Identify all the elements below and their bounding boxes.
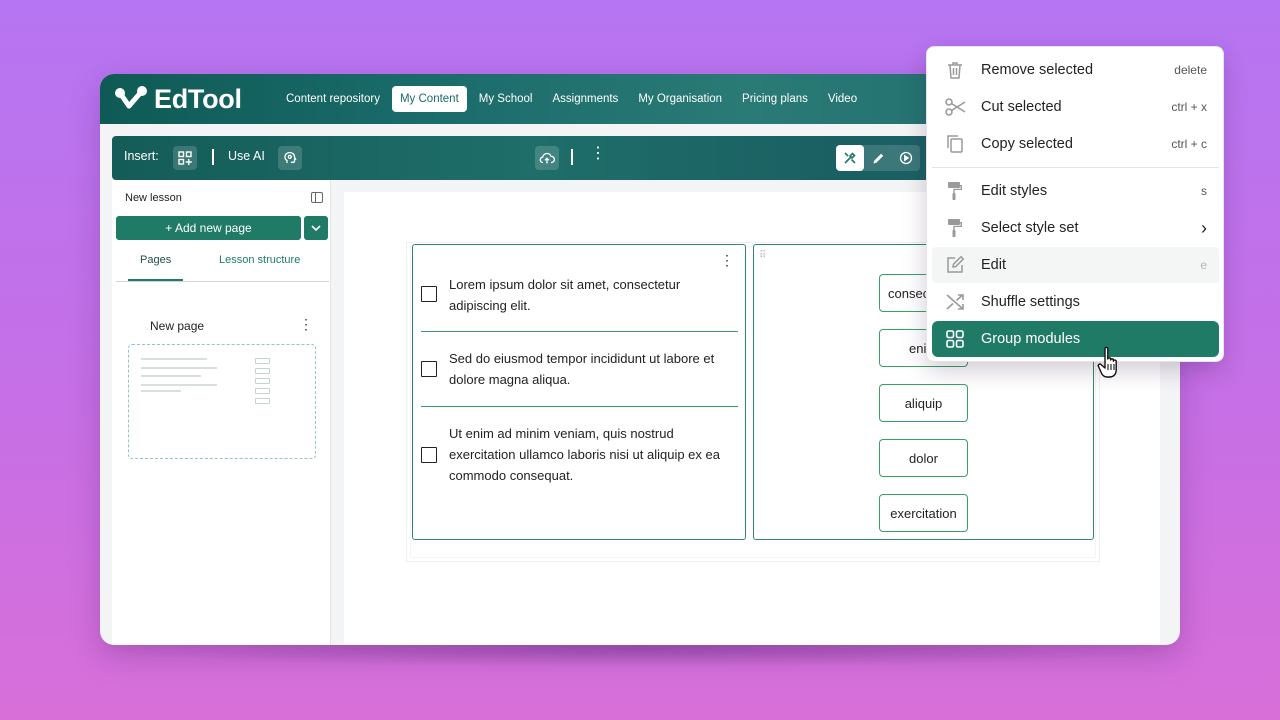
chevron-down-icon (311, 225, 321, 231)
menu-item-label: Shuffle settings (981, 294, 1080, 310)
shuffle-icon (945, 292, 965, 312)
paint-roller-icon (945, 218, 965, 238)
checkbox[interactable] (421, 447, 437, 463)
use-ai-label[interactable]: Use AI (228, 149, 265, 163)
menu-item-shortcut: e (1200, 258, 1207, 272)
divider (421, 406, 738, 408)
sidebar-tabs: Pages Lesson structure (116, 248, 329, 282)
add-new-page-label: + Add new page (165, 221, 252, 235)
toolbar-divider (212, 149, 214, 165)
scissors-icon (945, 97, 966, 117)
menu-item-cut-selected[interactable]: Cut selected ctrl + x (932, 89, 1219, 125)
logo-icon (114, 85, 148, 115)
play-icon[interactable] (892, 145, 920, 171)
logo[interactable]: EdTool (114, 84, 242, 115)
menu-item-label: Select style set (981, 220, 1079, 236)
quiz-option-text: Ut enim ad minim veniam, quis nostrud ex… (449, 426, 720, 483)
add-page-dropdown-button[interactable] (304, 216, 328, 240)
menu-item-shortcut: ctrl + c (1171, 137, 1207, 151)
group-modules-icon (945, 329, 965, 349)
trash-icon (945, 60, 965, 80)
edit-icon (945, 255, 965, 275)
thumbnail-line (141, 367, 217, 369)
multiple-choice-module[interactable]: ⋮ Lorem ipsum dolor sit amet, consectetu… (412, 244, 746, 540)
thumbnail-chip (255, 358, 270, 364)
pencil-icon[interactable] (864, 145, 892, 171)
thumbnail-chip (255, 398, 270, 404)
menu-item-select-style-set[interactable]: Select style set › (932, 210, 1219, 246)
thumbnail-line (141, 358, 207, 360)
quiz-option-text: Lorem ipsum dolor sit amet, consectetur … (449, 277, 681, 313)
page-thumbnail[interactable] (128, 344, 316, 459)
menu-item-copy-selected[interactable]: Copy selected ctrl + c (932, 126, 1219, 162)
collapse-sidebar-icon[interactable] (311, 192, 323, 203)
menu-separator (932, 167, 1219, 168)
chevron-right-icon: › (1201, 217, 1207, 238)
word-chip[interactable]: exercitation (879, 494, 968, 532)
nav-link-my-content[interactable]: My Content (391, 86, 467, 112)
divider (421, 331, 738, 333)
thumbnail-chip (255, 378, 270, 384)
menu-item-shuffle-settings[interactable]: Shuffle settings (932, 284, 1219, 320)
active-tab-indicator (128, 279, 183, 281)
thumbnail-line (141, 390, 181, 392)
tools-icon[interactable] (836, 145, 864, 171)
ai-brain-icon[interactable] (278, 146, 302, 170)
checkbox[interactable] (421, 286, 437, 302)
context-menu: Remove selected delete Cut selected ctrl… (926, 46, 1224, 362)
menu-item-remove-selected[interactable]: Remove selected delete (932, 52, 1219, 88)
thumbnail-chip (255, 388, 270, 394)
toolbar-divider (571, 149, 573, 165)
menu-item-label: Group modules (981, 331, 1081, 347)
menu-item-group-modules[interactable]: Group modules (932, 321, 1219, 357)
hand-pointer-cursor-icon (1096, 345, 1126, 381)
menu-item-label: Remove selected (981, 62, 1094, 78)
menu-item-label: Edit (981, 257, 1006, 273)
page-item-label[interactable]: New page (150, 319, 204, 333)
thumbnail-line (141, 384, 217, 386)
editor-mode-switch (836, 145, 920, 171)
thumbnail-line (141, 375, 201, 377)
copy-icon (945, 134, 965, 154)
menu-item-edit[interactable]: Edit e (932, 247, 1219, 283)
tab-lesson-structure[interactable]: Lesson structure (219, 254, 300, 266)
menu-item-edit-styles[interactable]: Edit styles s (932, 173, 1219, 209)
lesson-title: New lesson (125, 192, 182, 204)
nav-link-my-organisation[interactable]: My Organisation (630, 86, 730, 112)
nav-link-assignments[interactable]: Assignments (544, 86, 626, 112)
word-chip[interactable]: aliquip (879, 384, 968, 422)
add-new-page-button[interactable]: + Add new page (116, 216, 301, 240)
page-more-icon[interactable]: ⋮ (299, 317, 313, 331)
menu-item-shortcut: delete (1174, 63, 1207, 77)
insert-label: Insert: (124, 149, 159, 163)
menu-item-label: Cut selected (981, 99, 1062, 115)
menu-item-shortcut: s (1201, 184, 1207, 198)
nav-link-content-repository[interactable]: Content repository (278, 86, 388, 112)
menu-item-label: Edit styles (981, 183, 1048, 199)
cloud-upload-icon[interactable] (535, 146, 559, 170)
nav-link-video[interactable]: Video (820, 86, 865, 112)
pages-sidebar: New lesson + Add new page Pages Lesson s… (112, 180, 331, 645)
logo-text: EdTool (154, 84, 242, 114)
tab-pages[interactable]: Pages (140, 254, 171, 266)
thumbnail-chip (255, 368, 270, 374)
word-chip[interactable]: dolor (879, 439, 968, 477)
menu-item-shortcut: ctrl + x (1171, 100, 1207, 114)
nav-link-my-school[interactable]: My School (471, 86, 541, 112)
paint-roller-icon (945, 181, 965, 201)
grid-add-icon[interactable] (173, 146, 197, 170)
module-more-icon[interactable]: ⋮ (720, 253, 734, 267)
more-vertical-icon[interactable]: ⋮ (590, 146, 606, 162)
quiz-option-text: Sed do eiusmod tempor incididunt ut labo… (449, 351, 715, 387)
checkbox[interactable] (421, 361, 437, 377)
drag-handle-icon[interactable]: ⠿ (759, 251, 767, 261)
menu-item-label: Copy selected (981, 136, 1073, 152)
nav-links: Content repository My Content My School … (278, 86, 865, 112)
nav-link-pricing-plans[interactable]: Pricing plans (734, 86, 816, 112)
